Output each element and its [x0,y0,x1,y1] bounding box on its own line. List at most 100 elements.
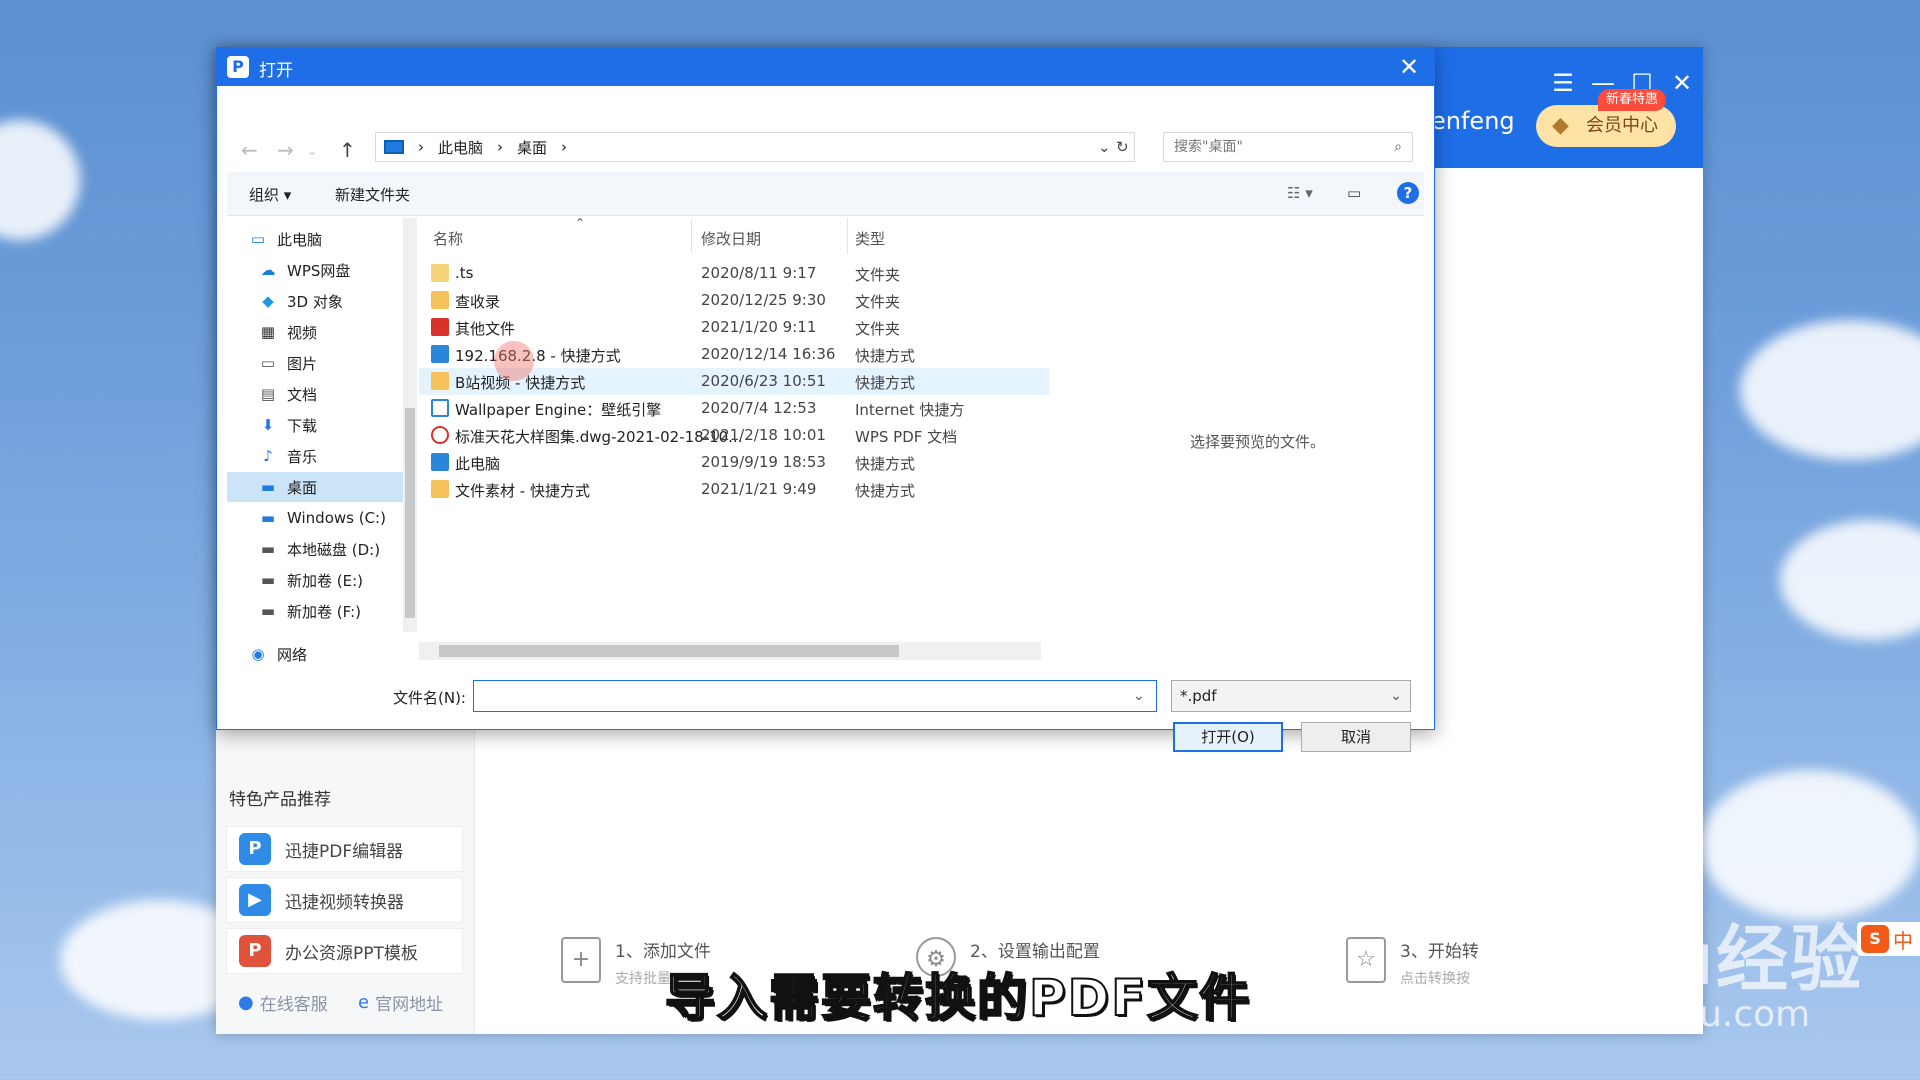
online-service-link[interactable]: ● 在线客服 [238,990,328,1015]
tree-item-3d-objects[interactable]: ◆ 3D 对象 [227,286,403,316]
tree-item-this-pc[interactable]: ▭ 此电脑 [227,224,403,254]
close-icon[interactable]: ✕ [1662,65,1702,101]
column-header-name[interactable]: 名称 [433,228,463,249]
tree-item-drive-d[interactable]: ▬ 本地磁盘 (D:) [227,534,403,564]
column-header-type[interactable]: 类型 [855,228,885,249]
website-label: 官网地址 [375,995,444,1015]
forward-arrow-icon[interactable]: → [277,138,294,162]
file-row[interactable]: 标准天花大样图集.dwg-2021-02-18-10... 2021/2/18 1… [419,422,1049,449]
file-row[interactable]: 此电脑 2019/9/19 18:53 快捷方式 [419,449,1049,476]
tree-item-network[interactable]: ◉ 网络 [227,639,403,669]
refresh-icon[interactable]: ↻ [1116,138,1129,156]
organize-button[interactable]: 组织 ▾ [249,184,291,205]
step-start-convert: ☆ 3、开始转 点击转换按 [1346,937,1479,988]
drive-icon: ▬ [260,602,276,620]
tree-label: Windows (C:) [287,509,386,527]
scroll-thumb[interactable] [405,408,415,618]
tree-item-drive-f[interactable]: ▬ 新加卷 (F:) [227,596,403,626]
tree-scrollbar[interactable] [403,218,417,632]
music-icon: ♪ [263,447,273,465]
file-modified: 2020/6/23 10:51 [701,372,826,390]
computer-shortcut-icon [431,345,449,363]
tree-item-desktop[interactable]: ▬ 桌面 [227,472,403,502]
file-row[interactable]: 文件素材 - 快捷方式 2021/1/21 9:49 快捷方式 [419,476,1049,503]
column-separator[interactable] [847,218,848,254]
cloud [1780,520,1920,640]
column-header-modified[interactable]: 修改日期 [701,228,761,249]
filetype-select[interactable]: *.pdf ⌄ [1171,680,1411,712]
breadcrumb-this-pc[interactable]: 此电脑 [438,137,483,158]
menu-icon[interactable]: ☰ [1543,65,1583,101]
file-type: Internet 快捷方 [855,401,965,419]
chevron-down-icon[interactable]: ⌄ [1133,688,1145,704]
folder-shortcut-icon [431,372,449,390]
file-row[interactable]: .ts 2020/8/11 9:17 文件夹 [419,260,1049,287]
convert-icon: ☆ [1346,937,1386,983]
address-bar[interactable]: › 此电脑 › 桌面 › ⌄ ↻ [375,132,1135,162]
chevron-right-icon: › [418,138,424,156]
video-icon: ▦ [260,323,276,341]
address-dropdown-icon[interactable]: ⌄ [1098,138,1111,156]
file-type: 快捷方式 [855,374,916,392]
tree-item-documents[interactable]: ▤ 文档 [227,379,403,409]
folder-shortcut-icon [431,480,449,498]
up-arrow-icon[interactable]: ↑ [339,138,356,162]
tree-label: 此电脑 [277,230,323,249]
dialog-titlebar: P 打开 ✕ [217,48,1434,86]
file-modified: 2021/2/18 10:01 [701,426,826,444]
recent-dropdown-icon[interactable]: ⌄ [307,144,317,158]
search-icon[interactable]: ⌕ [1394,133,1402,161]
product-pdf-editor[interactable]: P 迅捷PDF编辑器 [226,826,463,872]
ime-indicator[interactable]: S 中 [1857,922,1920,956]
cloud [0,120,80,240]
sogou-ime-icon: S [1861,925,1889,953]
tree-item-wps-cloud[interactable]: ☁ WPS网盘 [227,255,403,285]
tree-item-downloads[interactable]: ⬇ 下载 [227,410,403,440]
tree-item-videos[interactable]: ▦ 视频 [227,317,403,347]
tree-item-drive-c[interactable]: ▬ Windows (C:) [227,503,403,533]
scroll-thumb[interactable] [439,645,899,657]
file-list: 名称 ⌃ 修改日期 类型 .ts 2020/8/11 9:17 文件夹 查收录 202… [419,216,1049,632]
back-arrow-icon[interactable]: ← [241,138,258,162]
video-subtitle: 导入需要转换的PDF文件 [664,968,1252,1028]
file-modified: 2019/9/19 18:53 [701,453,826,471]
app-logo-icon: P [227,56,249,78]
internet-shortcut-icon [431,399,449,417]
product-ppt-templates[interactable]: P 办公资源PPT模板 [226,928,463,974]
filename-input[interactable] [473,680,1157,712]
watermark-brand: Baidu经验 [1475,917,1864,1001]
step-subtitle: 点击转换按 [1400,971,1470,987]
chevron-right-icon: › [497,138,504,156]
watermark-url: jingyan.baidu.com [1478,994,1811,1035]
featured-title: 特色产品推荐 [229,790,331,810]
preview-pane-icon[interactable]: ▭ [1347,184,1361,202]
column-separator[interactable] [691,218,692,254]
open-button[interactable]: 打开(O) [1173,722,1283,752]
user-name[interactable]: enfeng [1431,107,1515,135]
product-video-converter[interactable]: ▶ 迅捷视频转换器 [226,877,463,923]
view-options-icon[interactable]: ☷ ▾ [1287,184,1313,202]
horizontal-scrollbar[interactable] [419,642,1041,660]
tree-item-drive-e[interactable]: ▬ 新加卷 (E:) [227,565,403,595]
promo-badge: 新春特惠 [1598,89,1667,111]
computer-icon [384,140,404,154]
cancel-button[interactable]: 取消 [1301,722,1411,752]
sort-arrow-icon: ⌃ [575,216,586,230]
file-row[interactable]: 其他文件 2021/1/20 9:11 文件夹 [419,314,1049,341]
website-link[interactable]: e 官网地址 [358,990,443,1015]
file-type: 快捷方式 [855,482,916,500]
close-icon[interactable]: ✕ [1392,50,1426,84]
new-folder-button[interactable]: 新建文件夹 [335,184,410,205]
file-row[interactable]: 查收录 2020/12/25 9:30 文件夹 [419,287,1049,314]
tree-label: 音乐 [287,447,318,466]
tree-item-pictures[interactable]: ▭ 图片 [227,348,403,378]
red-folder-icon [431,318,449,336]
file-row[interactable]: Wallpaper Engine：壁纸引擎 2020/7/4 12:53 Inter… [419,395,1049,422]
diamond-icon: ◆ [1552,113,1569,138]
help-icon[interactable]: ? [1397,182,1419,204]
search-input[interactable]: 搜索"桌面" ⌕ [1163,132,1413,162]
breadcrumb-desktop[interactable]: 桌面 [517,137,547,158]
tree-item-music[interactable]: ♪ 音乐 [227,441,403,471]
ime-mode-label: 中 [1893,928,1913,953]
desktop-icon: ▬ [260,478,276,496]
